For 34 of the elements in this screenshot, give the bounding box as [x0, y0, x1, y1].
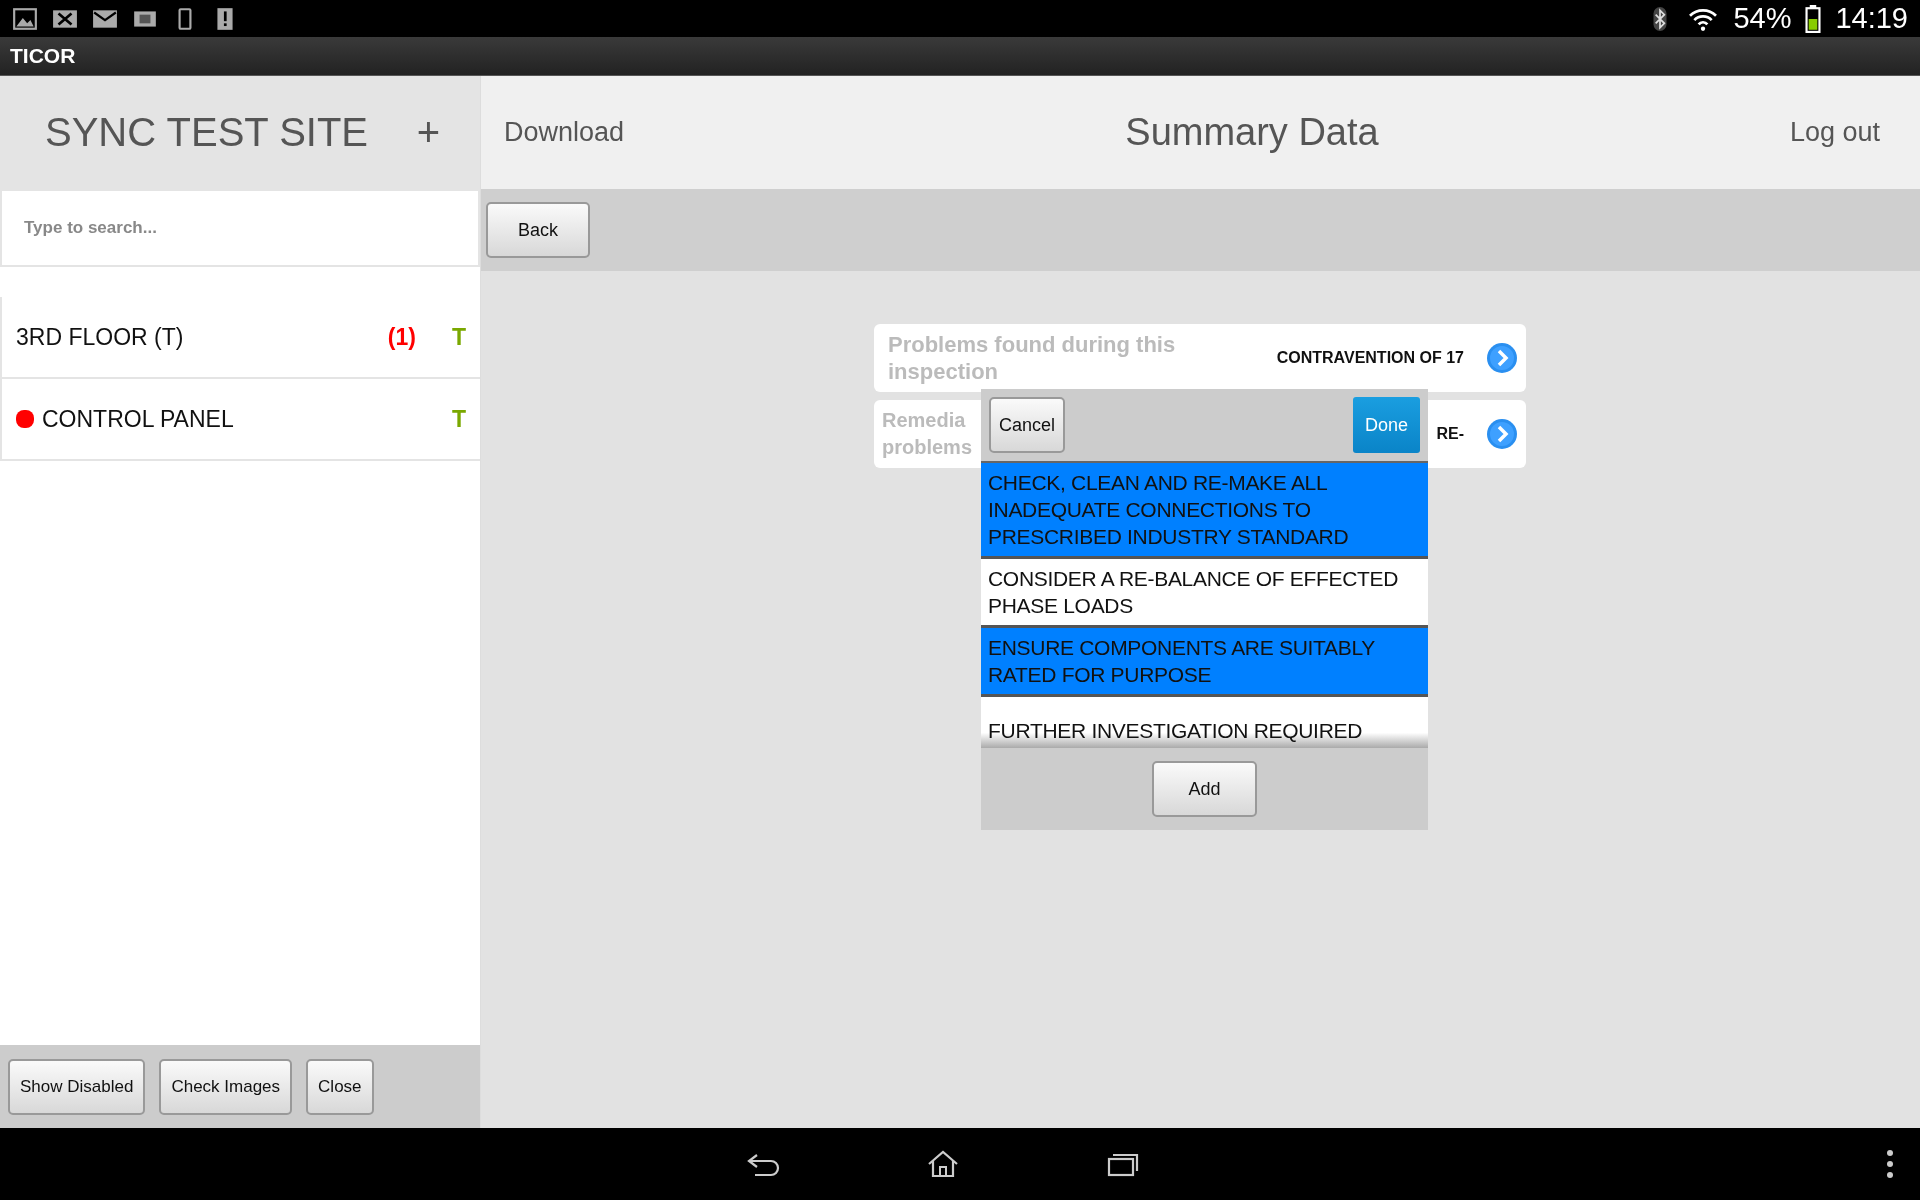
row-label: Problems found during this inspection	[888, 331, 1177, 385]
option-item[interactable]: CHECK, CLEAN AND RE-MAKE ALL INADEQUATE CONNECTIONS TO PRESCRIBED INDUSTRY STANDARD	[981, 463, 1428, 559]
add-button[interactable]: Add	[1152, 761, 1257, 817]
download-link[interactable]: Download	[504, 117, 625, 148]
row-value: CONTRAVENTION OF 17	[1276, 349, 1464, 367]
site-title: SYNC TEST SITE	[45, 110, 369, 155]
row-value: RE-	[1436, 425, 1464, 443]
flag-label: T	[451, 323, 466, 351]
app-title: TICOR	[10, 44, 76, 68]
battery-percent: 54%	[1733, 2, 1792, 35]
logout-link[interactable]: Log out	[1789, 117, 1880, 148]
chevron-icon[interactable]	[1486, 342, 1518, 374]
issue-count: (1)	[387, 323, 416, 351]
clock: 14:19	[1835, 2, 1908, 35]
summary-row[interactable]: Problems found during this inspection CONTRAVENTION OF 17	[874, 324, 1526, 392]
flag-label: T	[451, 405, 466, 433]
footer-button[interactable]: Check Images	[159, 1058, 293, 1115]
back-button[interactable]: Back	[486, 202, 591, 258]
item-name: CONTROL PANEL	[42, 405, 235, 433]
item-name: 3RD FLOOR (T)	[16, 323, 185, 351]
row-label: Remedia	[882, 408, 966, 433]
sidebar-item[interactable]: CONTROL PANEL T	[2, 379, 480, 459]
option-item[interactable]: ENSURE COMPONENTS ARE SUITABLY RATED FOR PURPOSE	[981, 628, 1428, 697]
row-label: problems	[882, 435, 973, 460]
footer-button[interactable]: Show Disabled	[8, 1058, 146, 1115]
add-button[interactable]: +	[416, 110, 440, 155]
page-title: Summary Data	[1125, 111, 1379, 154]
menu-icon[interactable]	[1886, 1149, 1894, 1179]
cancel-button[interactable]: Cancel	[989, 397, 1066, 453]
chevron-icon[interactable]	[1486, 418, 1518, 450]
sidebar-item[interactable]: 3RD FLOOR (T) (1) T	[2, 297, 480, 377]
picture-icon	[12, 5, 38, 32]
battery-icon	[1805, 4, 1822, 33]
footer-button[interactable]: Close	[306, 1058, 374, 1115]
